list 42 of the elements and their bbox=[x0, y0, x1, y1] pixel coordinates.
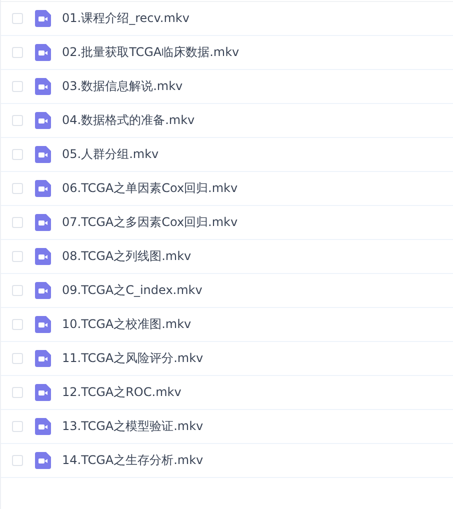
video-file-icon bbox=[35, 452, 51, 469]
file-name[interactable]: 08.TCGA之列线图.mkv bbox=[62, 248, 192, 265]
file-name[interactable]: 14.TCGA之生存分析.mkv bbox=[62, 452, 204, 469]
file-name[interactable]: 11.TCGA之风险评分.mkv bbox=[62, 350, 204, 367]
checkbox[interactable] bbox=[12, 251, 23, 262]
video-file-icon bbox=[35, 282, 51, 299]
checkbox[interactable] bbox=[12, 13, 23, 24]
file-name[interactable]: 13.TCGA之模型验证.mkv bbox=[62, 418, 204, 435]
checkbox[interactable] bbox=[12, 353, 23, 364]
video-file-icon bbox=[35, 316, 51, 333]
checkbox[interactable] bbox=[12, 81, 23, 92]
checkbox[interactable] bbox=[12, 285, 23, 296]
checkbox[interactable] bbox=[12, 319, 23, 330]
video-file-icon bbox=[35, 418, 51, 435]
video-file-icon bbox=[35, 214, 51, 231]
video-file-icon bbox=[35, 146, 51, 163]
checkbox[interactable] bbox=[12, 149, 23, 160]
checkbox[interactable] bbox=[12, 183, 23, 194]
video-file-icon bbox=[35, 248, 51, 265]
video-file-icon bbox=[35, 112, 51, 129]
file-name[interactable]: 12.TCGA之ROC.mkv bbox=[62, 384, 182, 401]
checkbox[interactable] bbox=[12, 455, 23, 466]
video-file-icon bbox=[35, 180, 51, 197]
file-name[interactable]: 06.TCGA之单因素Cox回归.mkv bbox=[62, 180, 238, 197]
file-name[interactable]: 10.TCGA之校准图.mkv bbox=[62, 316, 192, 333]
file-name[interactable]: 05.人群分组.mkv bbox=[62, 146, 159, 163]
file-name[interactable]: 07.TCGA之多因素Cox回归.mkv bbox=[62, 214, 238, 231]
file-name[interactable]: 04.数据格式的准备.mkv bbox=[62, 112, 195, 129]
video-file-icon bbox=[35, 384, 51, 401]
checkbox[interactable] bbox=[12, 421, 23, 432]
checkbox[interactable] bbox=[12, 47, 23, 58]
file-name[interactable]: 02.批量获取TCGA临床数据.mkv bbox=[62, 44, 240, 61]
video-file-icon bbox=[35, 350, 51, 367]
video-file-icon bbox=[35, 10, 51, 27]
file-name[interactable]: 09.TCGA之C_index.mkv bbox=[62, 282, 202, 299]
video-file-icon bbox=[35, 44, 51, 61]
checkbox[interactable] bbox=[12, 387, 23, 398]
file-name[interactable]: 03.数据信息解说.mkv bbox=[62, 78, 183, 95]
file-name[interactable]: 01.课程介绍_recv.mkv bbox=[62, 10, 190, 27]
checkbox[interactable] bbox=[12, 115, 23, 126]
checkbox[interactable] bbox=[12, 217, 23, 228]
video-file-icon bbox=[35, 78, 51, 95]
